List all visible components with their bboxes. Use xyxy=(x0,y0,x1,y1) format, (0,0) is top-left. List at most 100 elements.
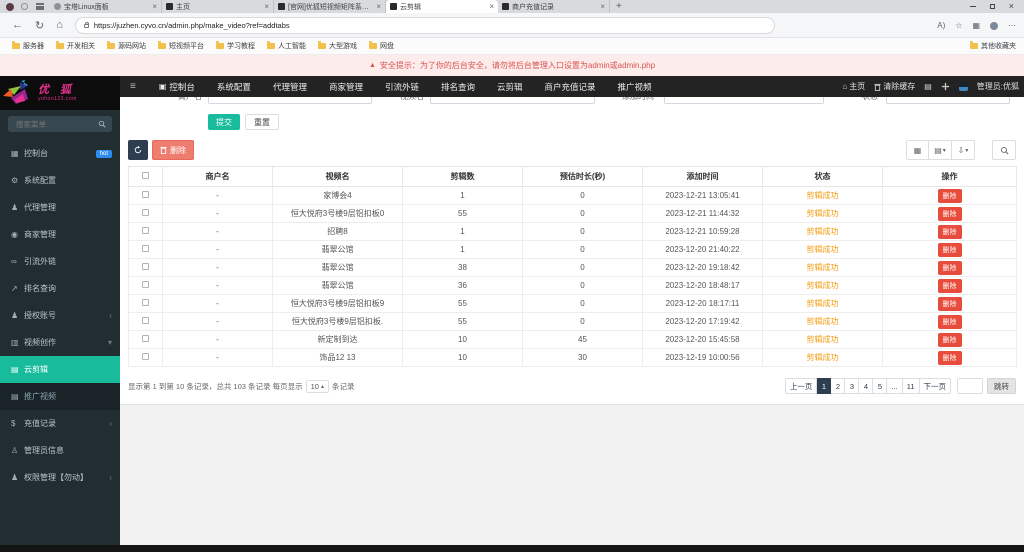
tab-close-icon[interactable]: × xyxy=(152,3,157,11)
tab-actions-icon[interactable] xyxy=(36,3,44,10)
search-icon[interactable] xyxy=(98,120,106,128)
tab-close-icon[interactable]: × xyxy=(376,3,381,11)
row-delete-button[interactable]: 删除 xyxy=(937,242,962,257)
page-button[interactable]: 3 xyxy=(845,378,860,394)
browser-tab[interactable]: 宝塔Linux面板 × xyxy=(50,0,162,13)
row-checkbox[interactable] xyxy=(142,245,149,252)
sidebar-search[interactable] xyxy=(8,116,112,132)
read-aloud-icon[interactable]: A) xyxy=(937,21,945,30)
bookmark-folder[interactable]: 服务器 xyxy=(12,41,44,51)
home-icon[interactable]: ⌂ xyxy=(56,19,63,31)
sidebar-item[interactable]: ▤ 云剪辑 xyxy=(0,356,120,383)
page-button[interactable]: 11 xyxy=(902,378,920,394)
sidebar-item[interactable]: ♟ 代理管理 xyxy=(0,194,120,221)
browser-tab[interactable]: 主页 × xyxy=(162,0,274,13)
browser-tab[interactable]: 云剪辑 × xyxy=(386,0,498,13)
row-checkbox[interactable] xyxy=(142,299,149,306)
close-icon[interactable]: × xyxy=(1009,2,1014,11)
row-checkbox[interactable] xyxy=(142,353,149,360)
page-button[interactable]: 4 xyxy=(859,378,874,394)
sidebar-item[interactable]: ♙ 管理员信息 xyxy=(0,437,120,464)
fullscreen-icon[interactable] xyxy=(941,82,950,91)
row-delete-button[interactable]: 删除 xyxy=(937,224,962,239)
top-nav-item[interactable]: 系统配置 xyxy=(206,81,262,93)
refresh-button[interactable] xyxy=(128,140,148,160)
workspace-icon[interactable] xyxy=(21,3,28,10)
row-checkbox[interactable] xyxy=(142,317,149,324)
row-checkbox[interactable] xyxy=(142,227,149,234)
sidebar-item[interactable]: ⚙ 系统配置 xyxy=(0,167,120,194)
nav-home-link[interactable]: ⌂ 主页 xyxy=(842,81,865,92)
back-icon[interactable]: ← xyxy=(12,19,23,31)
sidebar-item[interactable]: ◉ 商家管理 xyxy=(0,221,120,248)
page-button[interactable]: 1 xyxy=(817,378,832,394)
next-page-button[interactable]: 下一页 xyxy=(919,378,951,394)
app-logo-panel[interactable]: 优 狐 yohoo123.com xyxy=(0,76,120,110)
favorites-star-icon[interactable]: ☆ xyxy=(955,21,962,30)
sidebar-item[interactable]: ↗ 排名查询 xyxy=(0,275,120,302)
browser-tab[interactable]: [官网]优狐短视频矩阵系统-互联× xyxy=(274,0,386,13)
sidebar-item[interactable]: ∞ 引流外链 xyxy=(0,248,120,275)
row-delete-button[interactable]: 删除 xyxy=(937,296,962,311)
row-checkbox[interactable] xyxy=(142,335,149,342)
sidebar-item[interactable]: ♟ 授权账号 ‹ xyxy=(0,302,120,329)
new-tab-button[interactable]: + xyxy=(616,1,622,12)
tab-close-icon[interactable]: × xyxy=(489,3,494,11)
row-delete-button[interactable]: 删除 xyxy=(937,188,962,203)
filter-input[interactable] xyxy=(664,97,824,104)
bookmark-folder[interactable]: 开发相关 xyxy=(56,41,95,51)
export-dropdown-button[interactable]: ⇩ ▾ xyxy=(952,140,975,160)
other-bookmarks-folder[interactable]: 其他收藏夹 xyxy=(970,41,1016,51)
row-delete-button[interactable]: 删除 xyxy=(937,206,962,221)
top-nav-item[interactable]: 引流外链 xyxy=(374,81,430,93)
row-delete-button[interactable]: 删除 xyxy=(937,278,962,293)
jump-page-input[interactable] xyxy=(957,378,983,394)
row-checkbox[interactable] xyxy=(142,281,149,288)
filter-input[interactable] xyxy=(430,97,595,104)
browser-profile-avatar[interactable] xyxy=(6,2,14,11)
collections-icon[interactable]: ▦ xyxy=(972,21,980,30)
sidebar-item[interactable]: ▦ 控制台 hot xyxy=(0,140,120,167)
filter-input[interactable] xyxy=(886,97,1010,104)
page-size-dropdown[interactable]: 10 ▴ xyxy=(305,380,329,393)
top-nav-item[interactable]: 商家管理 xyxy=(318,81,374,93)
more-menu-icon[interactable]: ⋯ xyxy=(1008,21,1016,30)
filter-input[interactable] xyxy=(208,97,372,104)
clear-cache-button[interactable]: 清除缓存 xyxy=(874,81,915,92)
top-nav-item[interactable]: 代理管理 xyxy=(262,81,318,93)
url-field[interactable]: https://juzhen.cyvo.cn/admin.php/make_vi… xyxy=(74,16,775,34)
bookmark-folder[interactable]: 短视频平台 xyxy=(158,41,204,51)
hamburger-menu-icon[interactable]: ≡ xyxy=(130,81,136,92)
bookmark-folder[interactable]: 人工智能 xyxy=(267,41,306,51)
row-delete-button[interactable]: 删除 xyxy=(937,350,962,365)
admin-avatar[interactable] xyxy=(958,82,968,91)
columns-dropdown-button[interactable]: ▤ ▾ xyxy=(929,140,952,160)
top-nav-item[interactable]: 云剪辑 xyxy=(486,81,534,93)
reset-button[interactable]: 重置 xyxy=(245,114,279,130)
select-all-checkbox[interactable] xyxy=(142,172,149,179)
page-button[interactable]: 2 xyxy=(831,378,846,394)
refresh-icon[interactable]: ↻ xyxy=(35,19,44,32)
top-nav-item[interactable]: ▣ 控制台 xyxy=(148,81,206,93)
check-update-icon[interactable]: ▤ xyxy=(924,82,932,91)
bookmark-folder[interactable]: 大型游戏 xyxy=(318,41,357,51)
maximize-icon[interactable] xyxy=(989,4,995,9)
minimize-icon[interactable] xyxy=(969,6,976,7)
table-search-button[interactable] xyxy=(992,140,1016,160)
sidebar-item[interactable]: ♟ 权限管理【勿动】 ‹ xyxy=(0,464,120,491)
submit-button[interactable]: 提交 xyxy=(208,114,240,130)
sidebar-item[interactable]: ▥ 视频创作 ▾ xyxy=(0,329,120,356)
browser-tab[interactable]: 商户充值记录 × xyxy=(498,0,610,13)
admin-name[interactable]: 管理员:优狐 xyxy=(977,81,1019,92)
row-delete-button[interactable]: 删除 xyxy=(937,332,962,347)
profile-avatar[interactable] xyxy=(990,21,998,30)
delete-button[interactable]: 删除 xyxy=(152,140,194,160)
row-checkbox[interactable] xyxy=(142,263,149,270)
sidebar-item[interactable]: ▤ 推广视频 xyxy=(0,383,120,410)
tab-close-icon[interactable]: × xyxy=(600,3,605,11)
top-nav-item[interactable]: 排名查询 xyxy=(430,81,486,93)
jump-button[interactable]: 跳转 xyxy=(987,378,1016,394)
top-nav-item[interactable]: 推广视频 xyxy=(607,81,663,93)
sidebar-item[interactable]: $ 充值记录 ‹ xyxy=(0,410,120,437)
page-button[interactable]: 5 xyxy=(873,378,888,394)
